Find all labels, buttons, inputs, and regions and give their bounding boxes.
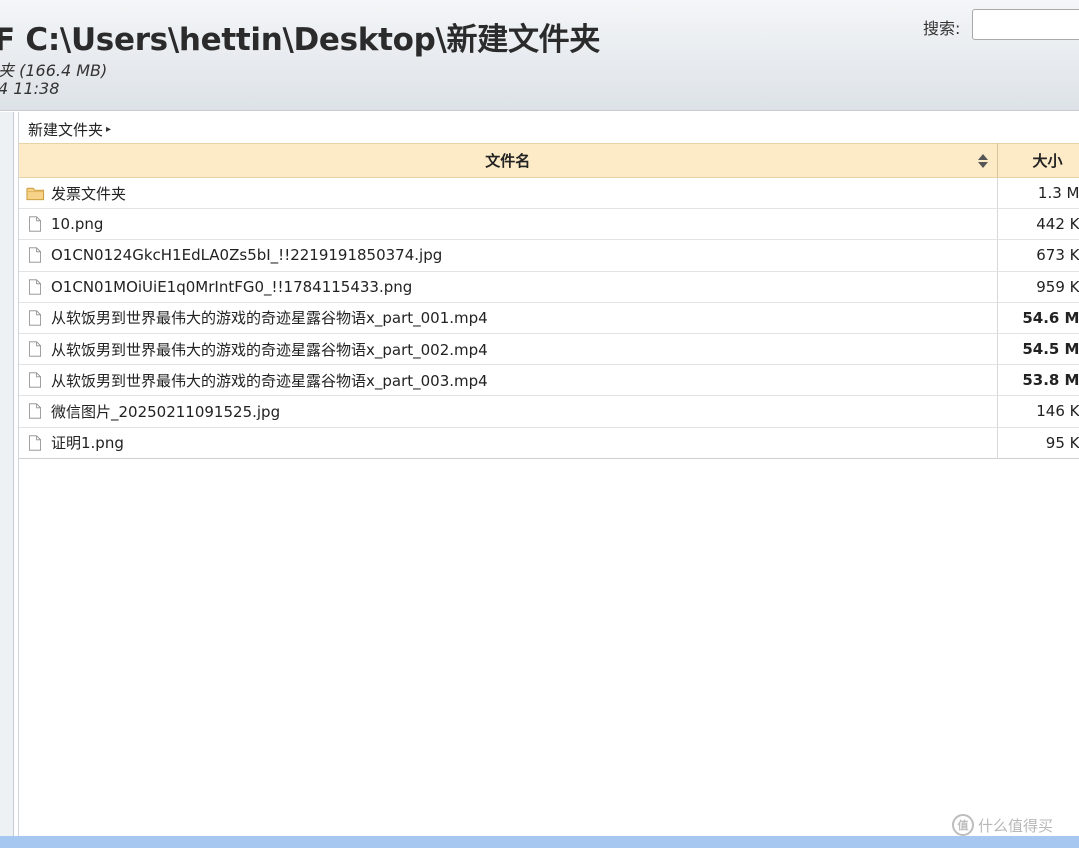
search-label: 搜索: [923, 19, 961, 38]
file-name-wrap[interactable]: 从软饭男到世界最伟大的游戏的奇迹星露谷物语x_part_002.mp4 [25, 339, 996, 360]
table-header-row: 文件名 大小 [19, 143, 1079, 178]
file-icon [25, 214, 45, 234]
file-name-link[interactable]: O1CN0124GkcH1EdLA0Zs5bI_!!2219191850374.… [51, 246, 442, 264]
file-name-cell[interactable]: 从软饭男到世界最伟大的游戏的奇迹星露谷物语x_part_002.mp4 [19, 333, 998, 366]
search-input[interactable] [972, 9, 1079, 40]
breadcrumb: 新建文件夹 ▸ [28, 119, 111, 140]
file-name-wrap[interactable]: O1CN01MOiUiE1q0MrIntFG0_!!1784115433.png [25, 277, 996, 297]
file-name-cell[interactable]: 从软饭男到世界最伟大的游戏的奇迹星露谷物语x_part_003.mp4 [19, 364, 998, 397]
file-listing-panel: 新建文件夹 ▸ 文件名 大小 发票文件夹 1.3 M 10.png 442 K O1CN… [18, 112, 1079, 836]
file-size: 146 K [1036, 402, 1079, 421]
file-size: 442 K [1036, 215, 1079, 234]
file-size: 53.8 M [1022, 371, 1079, 390]
page-header: F C:\Users\hettin\Desktop\新建文件夹 夹 (166.4… [0, 0, 1079, 111]
file-name-wrap[interactable]: 证明1.png [25, 432, 996, 453]
file-name-cell[interactable]: 发票文件夹 [19, 177, 998, 210]
table-row[interactable]: 从软饭男到世界最伟大的游戏的奇迹星露谷物语x_part_002.mp4 54.5 … [19, 333, 1079, 366]
breadcrumb-current-folder[interactable]: 新建文件夹 [28, 119, 103, 140]
column-header-name[interactable]: 文件名 [19, 143, 998, 178]
file-name-link[interactable]: 从软饭男到世界最伟大的游戏的奇迹星露谷物语x_part_002.mp4 [51, 339, 488, 360]
sort-icon[interactable] [977, 154, 988, 168]
file-icon [25, 339, 45, 359]
breadcrumb-arrow-icon[interactable]: ▸ [106, 124, 111, 135]
column-header-name-label: 文件名 [485, 152, 531, 170]
file-name-wrap[interactable]: O1CN0124GkcH1EdLA0Zs5bI_!!2219191850374.… [25, 245, 996, 265]
file-name-link[interactable]: 证明1.png [51, 432, 124, 453]
file-name-cell[interactable]: 微信图片_20250211091525.jpg [19, 395, 998, 428]
file-icon [25, 370, 45, 390]
file-name-link[interactable]: 发票文件夹 [51, 183, 126, 204]
file-icon [25, 245, 45, 265]
file-size-cell: 442 K [997, 208, 1079, 241]
page-title: F C:\Users\hettin\Desktop\新建文件夹 [0, 22, 601, 58]
file-size-cell: 54.5 M [997, 333, 1079, 366]
table-row[interactable]: 微信图片_20250211091525.jpg 146 K [19, 395, 1079, 428]
watermark-text: 什么值得买 [978, 816, 1054, 835]
file-name-link[interactable]: O1CN01MOiUiE1q0MrIntFG0_!!1784115433.png [51, 278, 412, 296]
file-icon [25, 433, 45, 453]
table-row[interactable]: O1CN01MOiUiE1q0MrIntFG0_!!1784115433.png… [19, 271, 1079, 303]
bottom-status-bar [0, 836, 1079, 848]
column-header-size[interactable]: 大小 [997, 143, 1079, 178]
file-name-link[interactable]: 从软饭男到世界最伟大的游戏的奇迹星露谷物语x_part_001.mp4 [51, 307, 488, 328]
file-icon [25, 277, 45, 297]
file-name-wrap[interactable]: 10.png [25, 214, 996, 234]
file-size-cell: 1.3 M [997, 177, 1079, 210]
file-icon [25, 401, 45, 421]
file-table: 文件名 大小 发票文件夹 1.3 M 10.png 442 K O1CN0124GkcH… [19, 143, 1079, 459]
file-size: 673 K [1036, 246, 1079, 265]
table-row[interactable]: O1CN0124GkcH1EdLA0Zs5bI_!!2219191850374.… [19, 239, 1079, 272]
table-row[interactable]: 从软饭男到世界最伟大的游戏的奇迹星露谷物语x_part_003.mp4 53.8 … [19, 364, 1079, 397]
table-row[interactable]: 发票文件夹 1.3 M [19, 177, 1079, 210]
file-name-wrap[interactable]: 发票文件夹 [25, 183, 996, 204]
file-size-cell: 95 K [997, 427, 1079, 459]
file-size-cell: 53.8 M [997, 364, 1079, 397]
file-size-cell: 146 K [997, 395, 1079, 428]
left-sidebar-rail [0, 112, 14, 836]
file-size: 54.5 M [1022, 340, 1079, 359]
file-name-link[interactable]: 微信图片_20250211091525.jpg [51, 401, 280, 422]
file-name-wrap[interactable]: 从软饭男到世界最伟大的游戏的奇迹星露谷物语x_part_003.mp4 [25, 370, 996, 391]
file-size: 959 K [1036, 277, 1079, 296]
file-size-cell: 54.6 M [997, 302, 1079, 334]
watermark-logo-icon: 值 [952, 814, 974, 836]
file-size: 95 K [1045, 433, 1079, 452]
folder-date-info: 4 11:38 [0, 79, 60, 98]
file-name-cell[interactable]: 从软饭男到世界最伟大的游戏的奇迹星露谷物语x_part_001.mp4 [19, 302, 998, 334]
file-icon [25, 308, 45, 328]
file-name-wrap[interactable]: 微信图片_20250211091525.jpg [25, 401, 996, 422]
table-row[interactable]: 从软饭男到世界最伟大的游戏的奇迹星露谷物语x_part_001.mp4 54.6 … [19, 302, 1079, 334]
folder-size-info: 夹 (166.4 MB) [0, 61, 108, 80]
file-size: 54.6 M [1022, 308, 1079, 327]
file-name-cell[interactable]: O1CN01MOiUiE1q0MrIntFG0_!!1784115433.png [19, 271, 998, 303]
folder-icon [25, 183, 45, 203]
table-row[interactable]: 10.png 442 K [19, 208, 1079, 241]
file-size-cell: 959 K [997, 271, 1079, 303]
file-name-link[interactable]: 10.png [51, 215, 103, 233]
file-name-cell[interactable]: 证明1.png [19, 427, 998, 459]
file-name-wrap[interactable]: 从软饭男到世界最伟大的游戏的奇迹星露谷物语x_part_001.mp4 [25, 307, 996, 328]
file-size: 1.3 M [1037, 184, 1079, 203]
file-name-cell[interactable]: O1CN0124GkcH1EdLA0Zs5bI_!!2219191850374.… [19, 239, 998, 272]
file-size-cell: 673 K [997, 239, 1079, 272]
file-name-link[interactable]: 从软饭男到世界最伟大的游戏的奇迹星露谷物语x_part_003.mp4 [51, 370, 488, 391]
file-name-cell[interactable]: 10.png [19, 208, 998, 241]
column-header-size-label: 大小 [1032, 152, 1063, 170]
table-row[interactable]: 证明1.png 95 K [19, 427, 1079, 459]
watermark: 值 什么值得买 [952, 814, 1053, 836]
